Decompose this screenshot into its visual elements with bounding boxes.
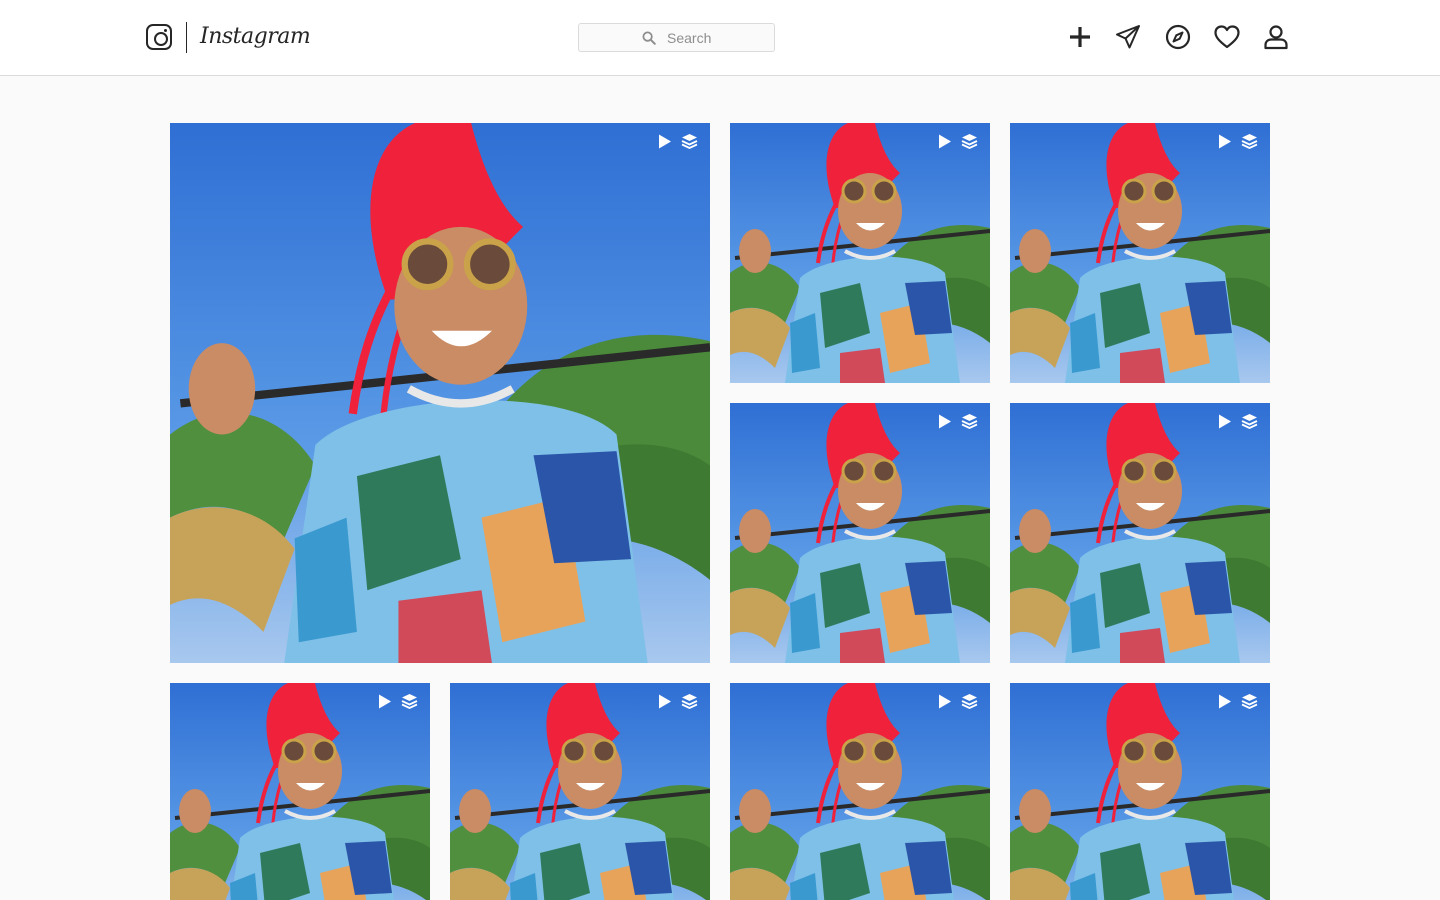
post-tile[interactable] <box>170 683 430 900</box>
carousel-icon <box>681 694 698 709</box>
carousel-icon <box>401 694 418 709</box>
post-badges <box>1216 413 1258 430</box>
post-tile[interactable] <box>1010 123 1270 383</box>
post-badges <box>376 693 418 710</box>
post-badges <box>656 133 698 150</box>
post-tile[interactable] <box>730 403 990 663</box>
post-badges <box>1216 133 1258 150</box>
search-icon <box>642 31 656 45</box>
send-icon[interactable] <box>1114 23 1142 51</box>
post-tile[interactable] <box>450 683 710 900</box>
top-navigation-bar: Instagram Search <box>0 0 1440 76</box>
carousel-icon <box>961 694 978 709</box>
plus-icon[interactable] <box>1066 23 1094 51</box>
post-thumbnail <box>1010 683 1270 900</box>
play-icon <box>1219 134 1231 149</box>
post-tile[interactable] <box>1010 683 1270 900</box>
carousel-icon <box>961 134 978 149</box>
heart-icon[interactable] <box>1213 23 1241 51</box>
post-badges <box>1216 693 1258 710</box>
play-icon <box>939 414 951 429</box>
play-icon <box>659 694 671 709</box>
post-thumbnail <box>170 683 430 900</box>
post-tile[interactable] <box>730 683 990 900</box>
post-badges <box>936 413 978 430</box>
search-placeholder: Search <box>667 30 712 46</box>
instagram-camera-icon[interactable] <box>146 24 172 50</box>
post-tile[interactable] <box>730 123 990 383</box>
play-icon <box>659 134 671 149</box>
post-tile[interactable] <box>1010 403 1270 663</box>
logo-divider <box>186 22 187 53</box>
carousel-icon <box>1241 414 1258 429</box>
play-icon <box>1219 414 1231 429</box>
post-badges <box>656 693 698 710</box>
play-icon <box>379 694 391 709</box>
carousel-icon <box>1241 134 1258 149</box>
post-badges <box>936 133 978 150</box>
post-thumbnail <box>450 683 710 900</box>
post-thumbnail <box>730 123 990 383</box>
search-input[interactable]: Search <box>578 23 775 52</box>
instagram-wordmark-logo[interactable]: Instagram <box>200 22 311 52</box>
post-thumbnail <box>170 123 710 663</box>
post-thumbnail <box>730 403 990 663</box>
carousel-icon <box>961 414 978 429</box>
featured-post-tile[interactable] <box>170 123 710 663</box>
play-icon <box>939 694 951 709</box>
play-icon <box>939 134 951 149</box>
post-thumbnail <box>1010 403 1270 663</box>
profile-icon[interactable] <box>1262 23 1290 51</box>
post-badges <box>936 693 978 710</box>
carousel-icon <box>681 134 698 149</box>
play-icon <box>1219 694 1231 709</box>
post-thumbnail <box>1010 123 1270 383</box>
compass-icon[interactable] <box>1164 23 1192 51</box>
carousel-icon <box>1241 694 1258 709</box>
post-thumbnail <box>730 683 990 900</box>
